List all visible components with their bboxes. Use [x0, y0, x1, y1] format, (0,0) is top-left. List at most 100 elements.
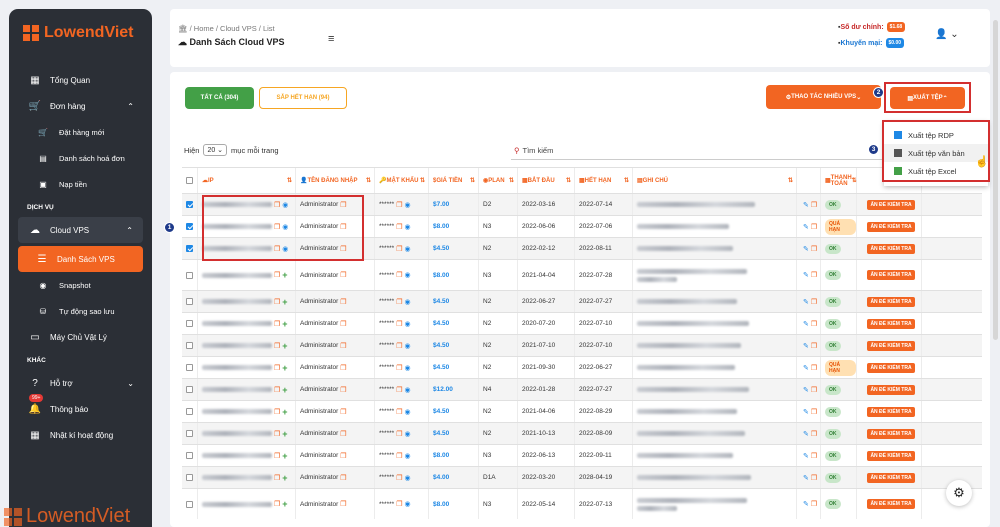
copy-icon[interactable]: ❐ [274, 364, 280, 372]
view-icon[interactable]: ◉ [404, 386, 410, 394]
copy-icon[interactable]: ❐ [340, 271, 346, 279]
column-header[interactable]: ◉ PLAN ⇅ [479, 168, 518, 193]
column-header[interactable]: ▤ GHI CHÚ ⇅ [633, 168, 797, 193]
view-icon[interactable]: ◉ [404, 408, 410, 416]
check-button[interactable]: ẤN ĐỂ KIỂM TRA [867, 499, 915, 509]
tab-all[interactable]: TẤT CẢ (304) [185, 87, 254, 109]
sort-icon[interactable]: ⇅ [624, 177, 629, 184]
sort-icon[interactable]: ⇅ [470, 177, 475, 184]
copy-icon[interactable]: ❐ [811, 245, 817, 253]
row-checkbox[interactable] [186, 452, 193, 459]
table-row[interactable]: ❐ + Administrator ❐ ****** ❐ ◉ $4.50 N2 2021-10-1… [182, 422, 982, 444]
copy-icon[interactable]: ❐ [274, 408, 280, 416]
view-icon[interactable]: ◉ [404, 364, 410, 372]
row-checkbox[interactable] [186, 408, 193, 415]
table-row[interactable]: ❐ + Administrator ❐ ****** ❐ ◉ $8.00 N3 2022-05-1… [182, 488, 982, 519]
table-row[interactable]: ❐ + Administrator ❐ ****** ❐ ◉ $4.50 N2 2021-07-1… [182, 334, 982, 356]
copy-icon[interactable]: ❐ [811, 364, 817, 372]
column-header[interactable]: 🔑 MẬT KHẨU ⇅ [375, 168, 429, 193]
copy-icon[interactable]: ❐ [396, 500, 402, 508]
copy-icon[interactable]: ❐ [811, 430, 817, 438]
copy-icon[interactable]: ❐ [396, 408, 402, 416]
add-icon[interactable]: + [282, 385, 287, 395]
row-checkbox[interactable] [186, 474, 193, 481]
edit-icon[interactable]: ✎ [803, 342, 809, 350]
sidebar-item-activity-log[interactable]: ▦ Nhật kí hoạt động [9, 422, 152, 448]
tab-expiring[interactable]: SẮP HẾT HẠN (94) [259, 87, 347, 109]
copy-icon[interactable]: ❐ [811, 298, 817, 306]
add-icon[interactable]: + [282, 297, 287, 307]
view-icon[interactable]: ◉ [404, 474, 410, 482]
row-checkbox[interactable] [186, 386, 193, 393]
copy-icon[interactable]: ❐ [396, 201, 402, 209]
column-header[interactable]: ▦ HẾT HẠN ⇅ [575, 168, 633, 193]
copy-icon[interactable]: ❐ [274, 430, 280, 438]
sidebar-item-cloud-vps[interactable]: ☁ Cloud VPS ⌃ [18, 217, 143, 243]
row-checkbox[interactable] [186, 245, 193, 252]
copy-icon[interactable]: ❐ [340, 452, 346, 460]
table-row[interactable]: ❐ + Administrator ❐ ****** ❐ ◉ $8.00 N3 2021-04-0… [182, 259, 982, 290]
sort-icon[interactable]: ⇅ [287, 177, 292, 184]
copy-icon[interactable]: ❐ [340, 386, 346, 394]
sidebar-item-dashboard[interactable]: ▦ Tổng Quan [9, 67, 152, 93]
copy-icon[interactable]: ❐ [396, 320, 402, 328]
copy-icon[interactable]: ❐ [396, 342, 402, 350]
add-icon[interactable]: + [282, 499, 287, 509]
copy-icon[interactable]: ❐ [340, 298, 346, 306]
edit-icon[interactable]: ✎ [803, 500, 809, 508]
view-icon[interactable]: ◉ [404, 452, 410, 460]
edit-icon[interactable]: ✎ [803, 271, 809, 279]
search-input[interactable]: ⚲ Tìm kiếm [511, 142, 886, 160]
table-row[interactable]: ❐ + Administrator ❐ ****** ❐ ◉ $4.50 N2 2021-04-0… [182, 400, 982, 422]
copy-icon[interactable]: ❐ [396, 271, 402, 279]
add-icon[interactable]: + [282, 363, 287, 373]
copy-icon[interactable]: ❐ [811, 452, 817, 460]
page-size-select[interactable]: 20 ⌄ [203, 144, 228, 156]
add-icon[interactable]: + [282, 270, 287, 280]
table-row[interactable]: ❐ + Administrator ❐ ****** ❐ ◉ $4.50 N2 2022-06-2… [182, 290, 982, 312]
copy-icon[interactable]: ❐ [274, 271, 280, 279]
check-button[interactable]: ẤN ĐỂ KIỂM TRA [867, 296, 915, 307]
check-button[interactable]: ẤN ĐỂ KIỂM TRA [867, 450, 915, 461]
copy-icon[interactable]: ❐ [274, 474, 280, 482]
check-button[interactable]: ẤN ĐỂ KIỂM TRA [867, 406, 915, 417]
table-row[interactable]: ❐ + Administrator ❐ ****** ❐ ◉ $12.00 N4 2022-01-… [182, 378, 982, 400]
copy-icon[interactable]: ❐ [340, 430, 346, 438]
copy-icon[interactable]: ❐ [811, 474, 817, 482]
edit-icon[interactable]: ✎ [803, 245, 809, 253]
edit-icon[interactable]: ✎ [803, 474, 809, 482]
sidebar-item-orders[interactable]: 🛒 Đơn hàng ⌃ [9, 93, 152, 119]
copy-icon[interactable]: ❐ [811, 500, 817, 508]
edit-icon[interactable]: ✎ [803, 320, 809, 328]
check-button[interactable]: ẤN ĐỂ KIỂM TRA [867, 199, 915, 210]
table-row[interactable]: ❐ + Administrator ❐ ****** ❐ ◉ $8.00 N3 2022-06-1… [182, 444, 982, 466]
view-icon[interactable]: ◉ [404, 320, 410, 328]
copy-icon[interactable]: ❐ [340, 474, 346, 482]
row-checkbox[interactable] [186, 430, 193, 437]
copy-icon[interactable]: ❐ [811, 342, 817, 350]
sidebar-item-auto-backup[interactable]: ⛁ Tự động sao lưu [9, 298, 152, 324]
copy-icon[interactable]: ❐ [811, 271, 817, 279]
copy-icon[interactable]: ❐ [811, 223, 817, 231]
sort-icon[interactable]: ⇅ [509, 177, 514, 184]
bulk-actions-button[interactable]: ⚙ THAO TÁC NHIỀU VPS ⌄ [766, 85, 881, 109]
edit-icon[interactable]: ✎ [803, 201, 809, 209]
user-menu[interactable]: 👤 ⌄ [935, 29, 959, 40]
copy-icon[interactable]: ❐ [396, 245, 402, 253]
check-button[interactable]: ẤN ĐỂ KIỂM TRA [867, 362, 915, 373]
check-button[interactable]: ẤN ĐỂ KIỂM TRA [867, 384, 915, 395]
column-header[interactable]: ▦ THANH TOÁN ⇅ [821, 168, 857, 193]
view-icon[interactable]: ◉ [404, 223, 410, 231]
column-header[interactable]: $ GIÁ TIỀN ⇅ [429, 168, 479, 193]
check-button[interactable]: ẤN ĐỂ KIỂM TRA [867, 472, 915, 483]
copy-icon[interactable]: ❐ [396, 474, 402, 482]
sidebar-item-notifications[interactable]: 🔔 99+ Thông báo [9, 394, 152, 422]
copy-icon[interactable]: ❐ [811, 201, 817, 209]
copy-icon[interactable]: ❐ [274, 500, 280, 508]
copy-icon[interactable]: ❐ [396, 430, 402, 438]
table-row[interactable]: ❐ + Administrator ❐ ****** ❐ ◉ $4.50 N2 2020-07-2… [182, 312, 982, 334]
add-icon[interactable]: + [282, 451, 287, 461]
edit-icon[interactable]: ✎ [803, 430, 809, 438]
copy-icon[interactable]: ❐ [340, 320, 346, 328]
sort-icon[interactable]: ⇅ [420, 177, 425, 184]
